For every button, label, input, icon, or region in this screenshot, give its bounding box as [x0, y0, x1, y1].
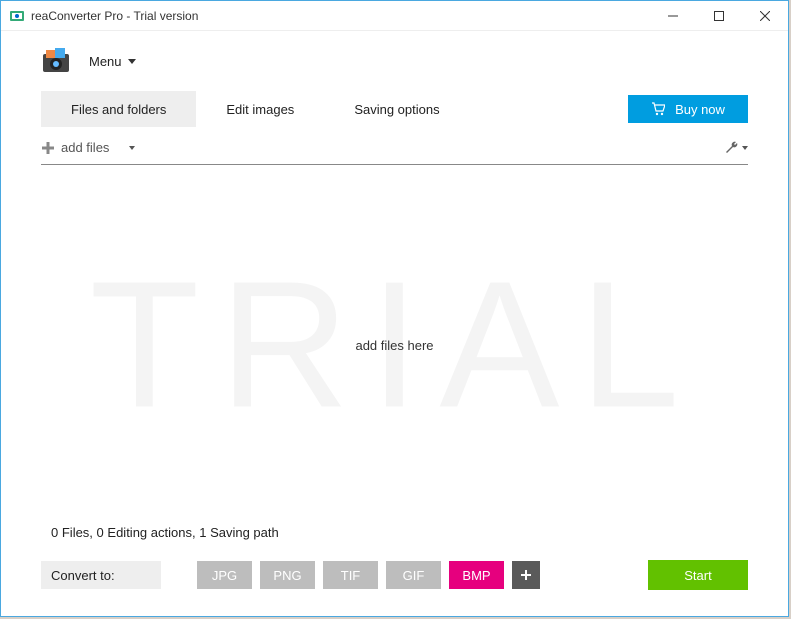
plus-icon — [41, 141, 55, 155]
cart-icon — [651, 102, 665, 116]
tab-edit-images[interactable]: Edit images — [196, 91, 324, 127]
add-format-button[interactable] — [512, 561, 540, 589]
window-title: reaConverter Pro - Trial version — [31, 9, 198, 23]
menubar: Menu — [1, 31, 788, 91]
format-tif-button[interactable]: TIF — [323, 561, 378, 589]
titlebar: reaConverter Pro - Trial version — [1, 1, 788, 31]
tab-saving-options[interactable]: Saving options — [324, 91, 469, 127]
maximize-button[interactable] — [696, 1, 742, 31]
bottombar: Convert to: JPG PNG TIF GIF BMP Start — [1, 560, 788, 616]
app-icon — [9, 8, 25, 24]
tab-label: Saving options — [354, 102, 439, 117]
start-button[interactable]: Start — [648, 560, 748, 590]
status-line: 0 Files, 0 Editing actions, 1 Saving pat… — [51, 525, 748, 540]
maximize-icon — [714, 11, 724, 21]
files-label: Files, — [62, 525, 93, 540]
minimize-button[interactable] — [650, 1, 696, 31]
settings-button[interactable] — [724, 140, 748, 156]
wrench-icon — [724, 140, 740, 156]
close-button[interactable] — [742, 1, 788, 31]
tab-label: Files and folders — [71, 102, 166, 117]
add-files-button[interactable]: add files — [41, 140, 135, 155]
plus-icon — [520, 569, 532, 581]
menu-button[interactable]: Menu — [89, 54, 136, 69]
toolbar: add files — [41, 133, 748, 165]
file-drop-area[interactable]: TRIAL add files here — [41, 165, 748, 525]
format-label: JPG — [212, 568, 237, 583]
buy-now-button[interactable]: Buy now — [628, 95, 748, 123]
format-gif-button[interactable]: GIF — [386, 561, 441, 589]
format-label: PNG — [273, 568, 301, 583]
format-label: TIF — [341, 568, 361, 583]
drop-hint-text: add files here — [355, 338, 433, 353]
chevron-down-icon — [129, 146, 135, 150]
chevron-down-icon — [128, 59, 136, 64]
add-files-label: add files — [61, 140, 109, 155]
actions-label: Editing actions, — [107, 525, 195, 540]
app-logo-icon — [41, 46, 71, 76]
format-label: BMP — [462, 568, 490, 583]
convert-to-label: Convert to: — [41, 561, 161, 589]
start-label: Start — [684, 568, 711, 583]
tab-files-folders[interactable]: Files and folders — [41, 91, 196, 127]
tabbar: Files and folders Edit images Saving opt… — [1, 91, 788, 127]
minimize-icon — [668, 11, 678, 21]
actions-count: 0 — [97, 525, 104, 540]
files-count: 0 — [51, 525, 58, 540]
tab-label: Edit images — [226, 102, 294, 117]
format-jpg-button[interactable]: JPG — [197, 561, 252, 589]
buy-label: Buy now — [675, 102, 725, 117]
format-bmp-button[interactable]: BMP — [449, 561, 504, 589]
paths-label: Saving path — [210, 525, 279, 540]
paths-count: 1 — [199, 525, 206, 540]
app-window: reaConverter Pro - Trial version Menu Fi… — [0, 0, 789, 617]
format-label: GIF — [403, 568, 425, 583]
menu-label: Menu — [89, 54, 122, 69]
format-png-button[interactable]: PNG — [260, 561, 315, 589]
close-icon — [760, 11, 770, 21]
chevron-down-icon — [742, 146, 748, 150]
